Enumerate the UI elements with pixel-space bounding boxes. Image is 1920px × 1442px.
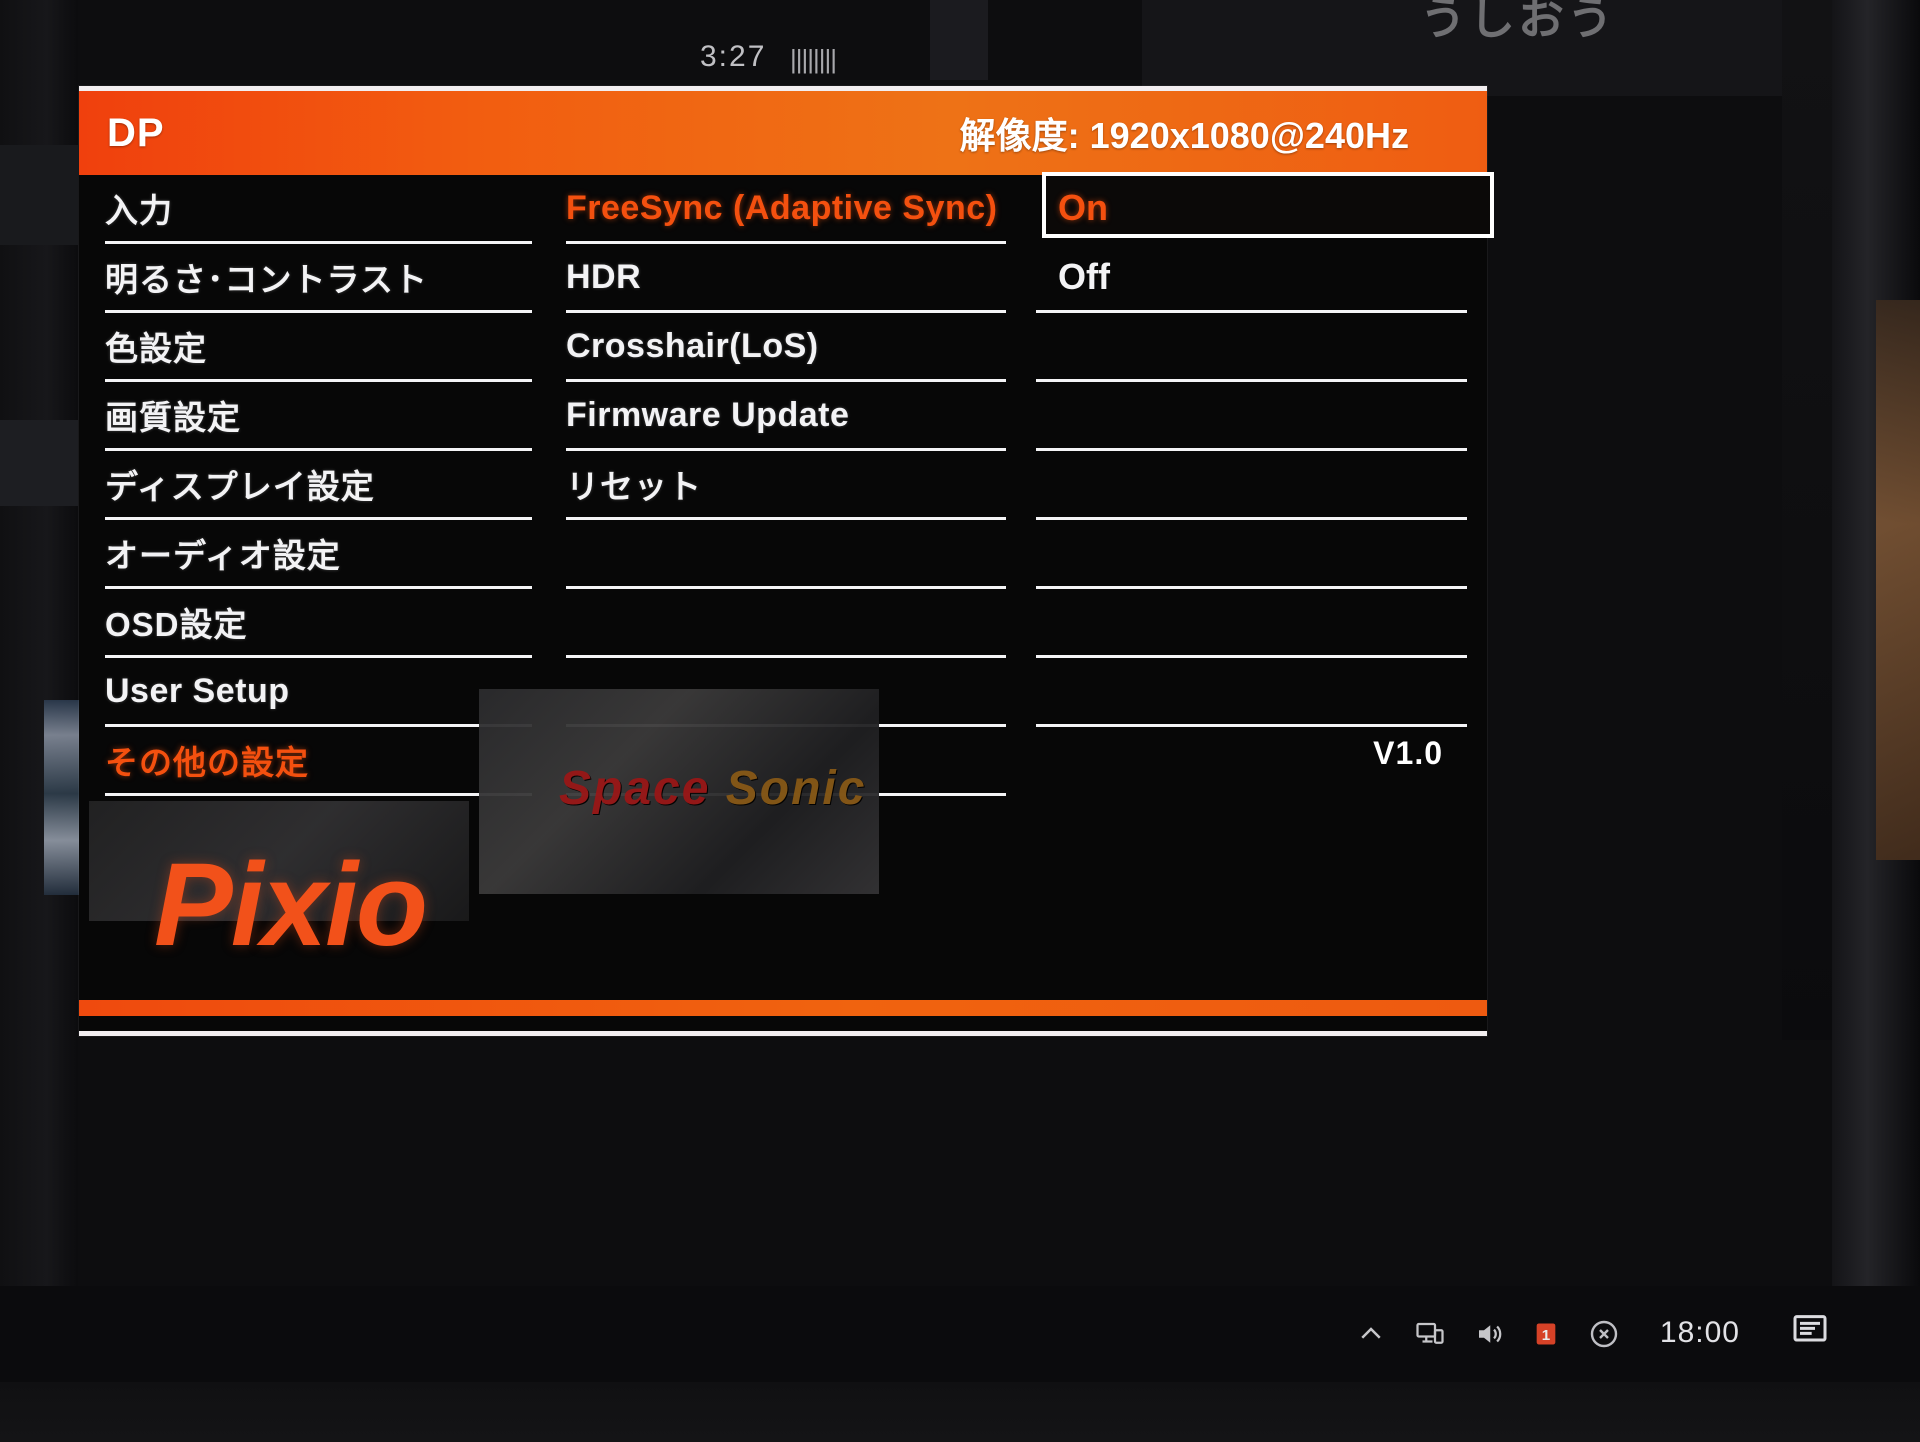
windows-taskbar: 1 18:00 [0, 1286, 1920, 1382]
option-item-empty [566, 727, 1006, 796]
option-item-freesync[interactable]: FreeSync (Adaptive Sync) [566, 175, 1006, 244]
osd-option-column: FreeSync (Adaptive Sync) HDR Crosshair(L… [554, 175, 1024, 987]
sidebar-item-label: 画質設定 [105, 399, 241, 436]
value-item-label: On [1058, 187, 1108, 228]
audio-bars-icon: |||||||| [790, 44, 837, 74]
osd-category-column: 入力 明るさ･コントラスト 色設定 画質設定 ディスプレイ設定 オーディオ設定 … [79, 175, 554, 987]
sidebar-item-label: 色設定 [105, 330, 207, 367]
osd-bottom-accent-bar [79, 1000, 1487, 1016]
option-item-reset[interactable]: リセット [566, 451, 1006, 520]
desktop-right-strip [1782, 0, 1834, 1040]
firmware-version-label: V1.0 [1373, 735, 1443, 771]
volume-icon[interactable] [1474, 1319, 1504, 1349]
value-item-empty [1036, 520, 1467, 589]
osd-value-column: On Off V1.0 [1024, 172, 1494, 987]
notification-icon[interactable] [1790, 1310, 1830, 1350]
sidebar-item-color-settings[interactable]: 色設定 [105, 313, 532, 382]
background-video-time: 3:27 [700, 40, 767, 73]
desktop-scroll-column [930, 0, 988, 80]
alarm-icon[interactable]: 1 [1532, 1319, 1560, 1349]
sidebar-item-label: 明るさ･コントラスト [105, 261, 428, 298]
close-circle-icon[interactable] [1588, 1318, 1620, 1350]
value-item-empty [1036, 382, 1467, 451]
osd-input-source-label: DP [107, 110, 165, 155]
osd-body: 入力 明るさ･コントラスト 色設定 画質設定 ディスプレイ設定 オーディオ設定 … [79, 172, 1494, 987]
sidebar-item-label: ディスプレイ設定 [105, 468, 375, 505]
sidebar-item-label: オーディオ設定 [105, 537, 341, 574]
value-item-on[interactable]: On [1036, 172, 1494, 244]
sidebar-item-display-settings[interactable]: ディスプレイ設定 [105, 451, 532, 520]
firmware-version-row: V1.0 [1036, 727, 1467, 796]
option-item-label: FreeSync (Adaptive Sync) [566, 188, 998, 227]
value-item-empty [1036, 313, 1467, 382]
osd-menu: DP 解像度: 1920x1080@240Hz 入力 明るさ･コントラスト 色設… [79, 86, 1494, 1036]
background-video-title: うしおう [1420, 0, 1616, 44]
sidebar-item-brightness-contrast[interactable]: 明るさ･コントラスト [105, 244, 532, 313]
system-tray: 1 [1356, 1304, 1620, 1364]
sidebar-item-label: その他の設定 [105, 744, 309, 781]
option-item-label: HDR [566, 257, 642, 296]
chevron-up-icon[interactable] [1356, 1319, 1386, 1349]
background-wood-object [1876, 300, 1920, 860]
option-item-hdr[interactable]: HDR [566, 244, 1006, 313]
svg-text:1: 1 [1542, 1327, 1550, 1344]
option-item-empty [566, 520, 1006, 589]
value-item-empty [1036, 658, 1467, 727]
desktop-thumbnail-b [0, 420, 78, 506]
sidebar-item-picture-quality[interactable]: 画質設定 [105, 382, 532, 451]
value-item-empty [1036, 589, 1467, 658]
sidebar-item-label: User Setup [105, 671, 290, 710]
selection-highlight-box [1042, 172, 1494, 238]
value-item-off[interactable]: Off [1036, 244, 1467, 313]
taskbar-clock[interactable]: 18:00 [1660, 1316, 1740, 1350]
sidebar-item-audio-settings[interactable]: オーディオ設定 [105, 520, 532, 589]
value-item-label: Off [1058, 256, 1110, 297]
option-item-empty [566, 658, 1006, 727]
sidebar-item-input[interactable]: 入力 [105, 175, 532, 244]
option-item-crosshair[interactable]: Crosshair(LoS) [566, 313, 1006, 382]
option-item-firmware-update[interactable]: Firmware Update [566, 382, 1006, 451]
osd-header: DP 解像度: 1920x1080@240Hz [79, 91, 1487, 175]
option-item-label: リセット [566, 468, 702, 505]
sidebar-item-label: OSD設定 [105, 606, 248, 643]
sidebar-item-other-settings[interactable]: その他の設定 [105, 727, 532, 796]
sidebar-item-osd-settings[interactable]: OSD設定 [105, 589, 532, 658]
option-item-label: Crosshair(LoS) [566, 326, 819, 365]
option-item-empty [566, 589, 1006, 658]
value-item-empty [1036, 451, 1467, 520]
option-item-label: Firmware Update [566, 395, 850, 434]
network-monitor-icon[interactable] [1414, 1319, 1446, 1349]
sidebar-item-user-setup[interactable]: User Setup [105, 658, 532, 727]
osd-bottom-border [79, 1031, 1487, 1036]
osd-resolution-label: 解像度: 1920x1080@240Hz [959, 115, 1409, 156]
sidebar-item-label: 入力 [105, 192, 173, 229]
desktop-thumbnail-a [0, 145, 78, 245]
